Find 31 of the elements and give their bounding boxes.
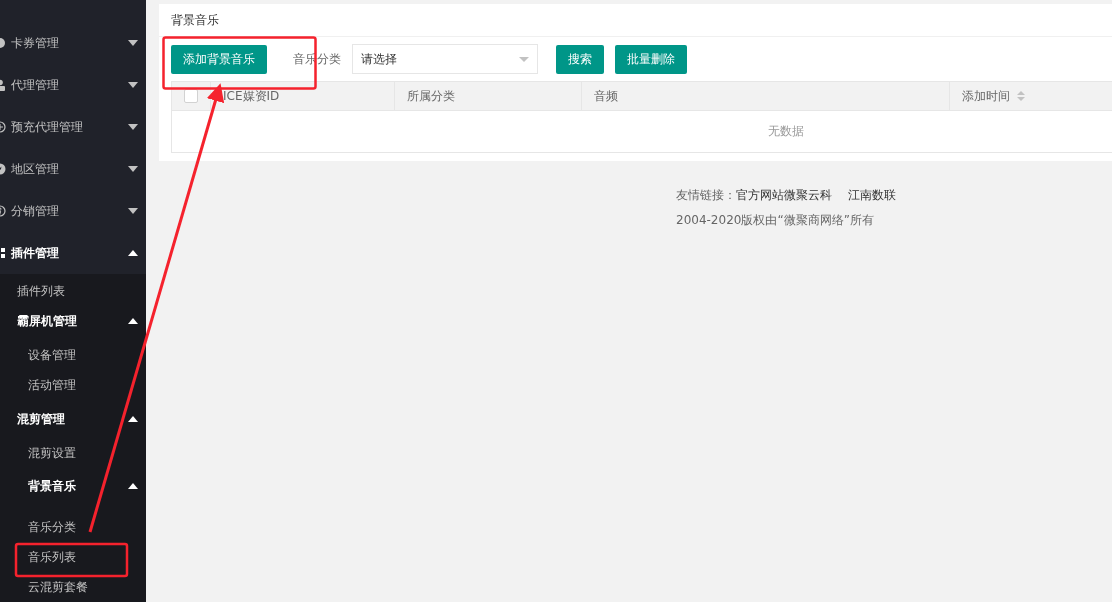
menu-item[interactable]: 混剪设置 [28,444,76,462]
menu-item[interactable]: 背景音乐 [28,477,76,495]
menu-item[interactable]: 预充代理管理 [11,118,83,136]
menu-item[interactable]: 插件列表 [17,282,65,300]
menu-item[interactable]: 霸屏机管理 [17,312,77,330]
menu-item[interactable]: 活动管理 [28,376,76,394]
empty-message: 无数据 [768,123,804,140]
caret-icon [519,57,529,62]
copyright-text: 2004-2020版权由“微聚商网络”所有 [676,212,875,229]
menu-item[interactable]: 卡券管理 [11,34,59,52]
search-button[interactable]: 搜索 [556,44,604,74]
menu-item[interactable]: 音乐列表 [28,548,76,566]
menu-item[interactable]: 插件管理 [11,244,59,262]
footer-link[interactable]: 官方网站微聚云科 [736,187,832,204]
links-label: 友情链接： [676,187,736,204]
column-header: 音频 [582,82,950,110]
column-header: ICE媒资ID [211,82,395,110]
menu-item[interactable]: 混剪管理 [17,410,65,428]
category-select[interactable]: 请选择 [352,44,538,74]
footer-link[interactable]: 江南数联 [848,187,896,204]
batch-delete-button[interactable]: 批量删除 [615,44,687,74]
menu-item[interactable]: 云混剪套餐 [28,578,88,596]
menu-item[interactable]: 音乐分类 [28,518,76,536]
add-button[interactable]: 添加背景音乐 [171,44,267,74]
menu-item[interactable]: 代理管理 [11,76,59,94]
card-title: 背景音乐 [171,11,219,29]
menu-item[interactable]: 设备管理 [28,346,76,364]
column-header[interactable]: 添加时间 [950,82,1112,110]
menu-item[interactable]: 地区管理 [11,160,59,178]
menu-item[interactable]: 分销管理 [11,202,59,220]
column-header: 所属分类 [395,82,582,110]
